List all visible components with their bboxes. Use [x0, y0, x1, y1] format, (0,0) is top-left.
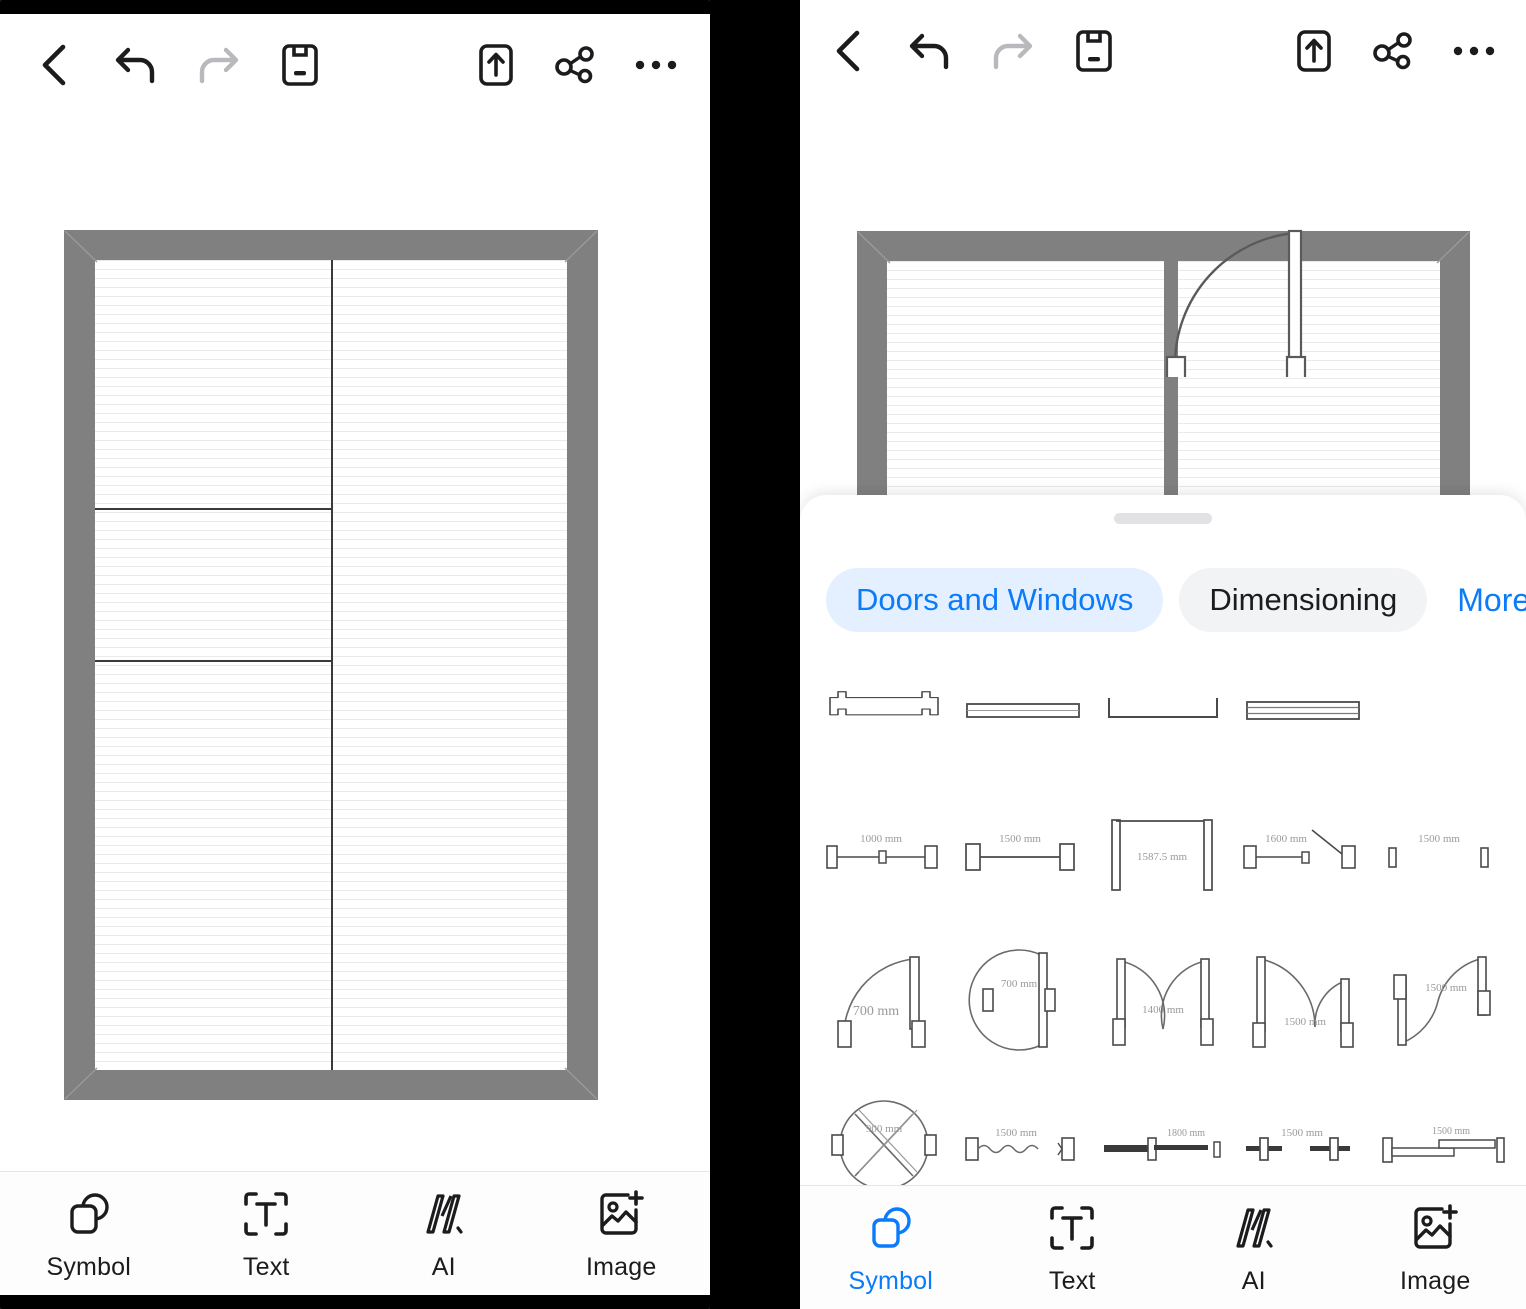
symbol-door-double-swing-uneven[interactable]: 1500 mm: [1233, 937, 1373, 1062]
nav-label-ai: AI: [431, 1253, 456, 1281]
ellipsis-icon[interactable]: [1446, 23, 1502, 79]
symbol-sliding-door-bypass[interactable]: 1500 mm: [1372, 1082, 1512, 1185]
nav-item-image[interactable]: Image: [1345, 1202, 1526, 1296]
share-icon[interactable]: [548, 37, 604, 93]
status-band-bottom: [0, 1295, 710, 1309]
redo-icon[interactable]: [984, 23, 1040, 79]
undo-icon[interactable]: [902, 23, 958, 79]
interior-area: [95, 260, 567, 1070]
symbol-category-tabs: Doors and Windows Dimensioning More: [800, 563, 1526, 637]
nav-label-image: Image: [586, 1253, 657, 1281]
nav-label-symbol: Symbol: [848, 1267, 934, 1295]
symbol-window-triple-line[interactable]: [1233, 647, 1373, 772]
symbol-picker-sheet: Doors and Windows Dimensioning More 1000…: [800, 495, 1526, 1185]
interior-wall-vertical: [331, 260, 333, 1070]
dim-label: 1400 mm: [1142, 1004, 1184, 1016]
share-icon[interactable]: [1366, 23, 1422, 79]
symbol-opening-bracket[interactable]: [1093, 647, 1233, 772]
redo-icon[interactable]: [190, 37, 246, 93]
undo-icon[interactable]: [108, 37, 164, 93]
chevron-left-icon[interactable]: [26, 37, 82, 93]
symbol-dimension-single-span[interactable]: 1500 mm: [954, 792, 1094, 917]
tab-more[interactable]: More: [1443, 568, 1526, 632]
symbol-accordion-door[interactable]: 1500 mm: [954, 1082, 1094, 1185]
dim-label: 900 mm: [866, 1123, 903, 1135]
nav-item-image[interactable]: Image: [533, 1188, 711, 1282]
symbol-door-single-swing-right[interactable]: 700 mm: [954, 937, 1094, 1062]
sheet-grabber[interactable]: [1114, 513, 1212, 524]
left-phone-screen: Symbol Text AI Image: [0, 0, 710, 1309]
dim-label: 1800 mm: [1167, 1128, 1205, 1139]
right-phone-screen: Doors and Windows Dimensioning More 1000…: [800, 0, 1526, 1309]
symbol-door-single-swing-left[interactable]: 700 mm: [814, 937, 954, 1062]
dim-label: 1500 mm: [1418, 833, 1460, 845]
symbol-window-double-line[interactable]: [954, 647, 1094, 772]
status-band-top: [0, 0, 710, 14]
symbol-window-recessed[interactable]: [814, 647, 954, 772]
nav-label-text: Text: [1048, 1267, 1096, 1295]
dim-label: 700 mm: [1001, 978, 1038, 990]
dim-label: 1500 mm: [995, 1127, 1037, 1139]
export-icon[interactable]: [468, 37, 524, 93]
dim-label: 1000 mm: [860, 833, 902, 845]
nav-item-text[interactable]: Text: [982, 1202, 1164, 1296]
nav-label-image: Image: [1400, 1267, 1471, 1295]
nav-item-symbol[interactable]: Symbol: [0, 1188, 178, 1282]
interior-wall-horizontal-1: [95, 508, 332, 510]
nav-label-symbol: Symbol: [46, 1253, 132, 1281]
symbol-sliding-door-pocket[interactable]: 1500 mm: [1233, 1082, 1373, 1185]
dim-label: 1587.5 mm: [1137, 851, 1188, 863]
bottom-nav-right: Symbol Text AI Image: [800, 1185, 1526, 1309]
top-toolbar: [0, 14, 710, 116]
dim-label: 700 mm: [853, 1004, 899, 1019]
nav-item-text[interactable]: Text: [178, 1188, 356, 1282]
floor-plan-drawing[interactable]: [64, 230, 598, 1100]
symbol-door-double-swing-inward[interactable]: 1400 mm: [1093, 937, 1233, 1062]
symbol-opening-span-bracket[interactable]: 1587.5 mm: [1093, 792, 1233, 917]
ellipsis-icon[interactable]: [628, 37, 684, 93]
symbol-grid: 1000 mm 1500 mm 1587.5 mm 1600 mm 1500 m…: [800, 647, 1526, 1185]
dim-label: 1500 mm: [1284, 1016, 1326, 1028]
dim-label: 1500 mm: [1432, 1126, 1470, 1137]
dim-label: 1500 mm: [1281, 1127, 1323, 1139]
save-icon[interactable]: [272, 37, 328, 93]
symbol-revolving-door[interactable]: 900 mm: [814, 1082, 954, 1185]
nav-item-symbol[interactable]: Symbol: [800, 1202, 982, 1296]
nav-label-ai: AI: [1241, 1267, 1266, 1295]
tab-doors-and-windows[interactable]: Doors and Windows: [826, 568, 1164, 632]
symbol-dimension-angled-leader[interactable]: 1600 mm: [1233, 792, 1373, 917]
symbol-dimension-gap-posts[interactable]: 1500 mm: [1372, 792, 1512, 917]
nav-item-ai[interactable]: AI: [1163, 1202, 1345, 1296]
tab-dimensioning[interactable]: Dimensioning: [1179, 568, 1428, 632]
screenshot-root: Symbol Text AI Image Doors and Windows D…: [0, 0, 1526, 1309]
nav-label-text: Text: [242, 1253, 290, 1281]
symbol-dimension-double-stop[interactable]: 1000 mm: [814, 792, 954, 917]
dim-label: 1500 mm: [1425, 982, 1467, 994]
dim-label: 1500 mm: [999, 833, 1041, 845]
top-toolbar-right: [800, 0, 1526, 102]
dim-label: 1600 mm: [1265, 833, 1307, 845]
symbol-sliding-door-single[interactable]: 1800 mm: [1093, 1082, 1233, 1185]
chevron-left-icon[interactable]: [820, 23, 876, 79]
bottom-nav-left: Symbol Text AI Image: [0, 1171, 710, 1295]
symbol-door-double-swing-opposite[interactable]: 1500 mm: [1372, 937, 1512, 1062]
symbol-empty-slot: [1372, 647, 1512, 772]
interior-wall-horizontal-2: [95, 660, 332, 662]
export-icon[interactable]: [1286, 23, 1342, 79]
nav-item-ai[interactable]: AI: [355, 1188, 533, 1282]
floor-plan-canvas-left[interactable]: [0, 116, 710, 1171]
save-icon[interactable]: [1066, 23, 1122, 79]
